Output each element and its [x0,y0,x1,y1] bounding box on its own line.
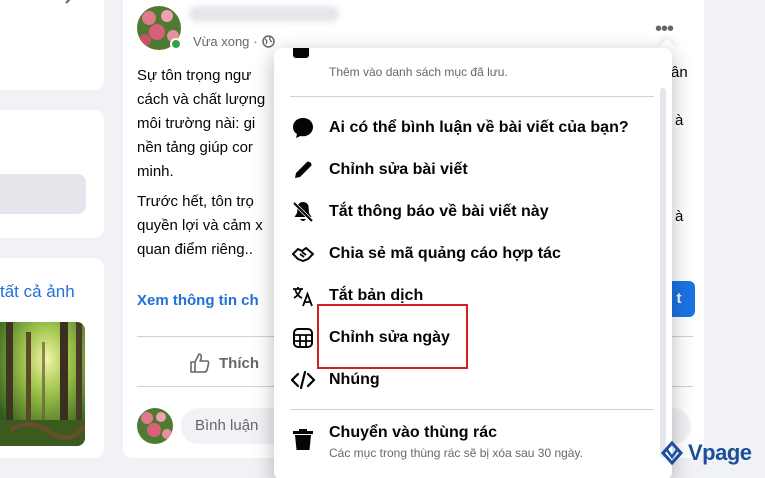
menu-item-move-to-trash[interactable]: Chuyển vào thùng rác Các mục trong thùng… [274,418,672,474]
menu-item-edit-post[interactable]: Chỉnh sửa bài viết [274,149,672,191]
calendar-icon [290,325,316,351]
post-text-fragment: à [675,112,684,129]
post-line: Sự tôn trọng ngư [137,67,252,84]
post-line: Trước hết, tôn trọ [137,193,254,210]
author-name-blurred[interactable] [189,6,339,22]
bell-off-icon [290,199,316,225]
online-status-dot [170,38,182,50]
menu-scrollbar[interactable] [660,88,666,458]
pencil-edit-icon[interactable] [64,0,82,4]
menu-item-mute-notifications[interactable]: Tắt thông báo về bài viết này [274,191,672,233]
all-photos-link[interactable]: tất cả ảnh [0,282,75,302]
comment-bubble-icon [290,115,316,141]
post-line: quyền lợi và cảm x [137,217,263,234]
menu-item-label: Ai có thể bình luận về bài viết của bạn? [329,119,629,136]
vpage-logo-icon [660,440,684,466]
left-card-top [0,0,104,90]
post-line: minh. [137,163,174,180]
left-input-bar[interactable] [0,174,86,214]
comment-placeholder: Bình luận [195,417,259,434]
left-card-middle [0,110,104,238]
post-options-menu: Thêm vào danh sách mục đã lưu. Ai có thể… [274,48,672,478]
translate-icon [290,283,316,309]
menu-item-label: Tắt bản dịch [329,287,424,304]
menu-item-label: Nhúng [329,371,380,388]
globe-icon [262,35,275,48]
menu-item-label: Chia sẻ mã quảng cáo hợp tác [329,245,561,262]
pencil-icon [290,157,316,183]
post-meta: Vừa xong · [193,34,275,49]
post-text-fragment: à [675,208,684,225]
menu-item-share-partnership-code[interactable]: Chia sẻ mã quảng cáo hợp tác [274,233,672,275]
watermark-text: Vpage [688,440,752,465]
menu-divider [290,96,654,97]
trash-icon [290,426,316,452]
post-line: môi trường nài: gi [137,115,256,132]
save-post-subtitle: Thêm vào danh sách mục đã lưu. [329,65,508,79]
post-text-fragment: ân [671,64,688,81]
like-label: Thích [219,354,259,372]
post-line: nền tảng giúp cor [137,139,253,156]
menu-item-comment-audience[interactable]: Ai có thể bình luận về bài viết của bạn? [274,107,672,149]
vpage-watermark: Vpage [659,440,752,466]
menu-item-label: Chuyển vào thùng rác [329,424,498,441]
photo-thumbnail[interactable] [0,322,85,446]
post-line: cách và chất lượng [137,91,266,108]
thumbs-up-icon [190,353,210,373]
highlight-box [317,304,468,369]
meta-separator: · [253,34,258,49]
see-more-link[interactable]: Xem thông tin ch [137,292,259,309]
post-options-icon[interactable]: ••• [655,18,674,41]
menu-item-label: Chỉnh sửa bài viết [329,161,468,178]
code-icon [290,367,316,393]
left-card-photos: tất cả ảnh [0,258,104,458]
menu-item-subtitle: Các mục trong thùng rác sẽ bị xóa sau 30… [329,446,583,460]
like-button[interactable]: Thích [189,352,259,374]
post-line: quan điểm riêng.. [137,241,253,258]
menu-divider [290,409,654,410]
handshake-icon [290,241,316,267]
commenter-avatar[interactable] [137,408,173,444]
bookmark-icon [293,48,309,58]
post-timestamp[interactable]: Vừa xong [193,34,249,49]
menu-item-label: Tắt thông báo về bài viết này [329,203,549,220]
